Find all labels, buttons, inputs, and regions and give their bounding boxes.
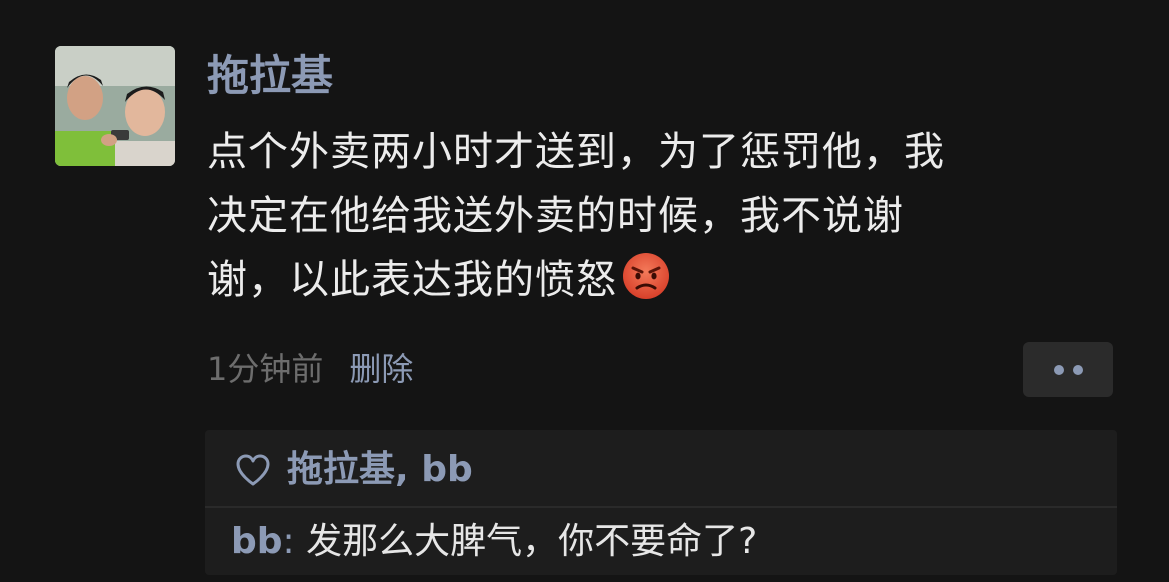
avatar-photo	[55, 46, 175, 166]
delete-button[interactable]: 删除	[349, 350, 413, 388]
post-text-line: 点个外卖两小时才送到，为了惩罚他，我	[207, 129, 945, 175]
likes-comments-panel: 拖拉基, bb bb: 发那么大脾气，你不要命了?	[205, 430, 1117, 575]
post-username[interactable]: 拖拉基	[207, 48, 333, 104]
post-text-line: 谢，以此表达我的愤怒	[207, 248, 1117, 312]
more-dots-icon	[1054, 365, 1064, 375]
moments-post: 拖拉基 点个外卖两小时才送到，为了惩罚他，我 决定在他给我送外卖的时候，我不说谢…	[0, 0, 1169, 582]
comment-author[interactable]: bb	[231, 521, 283, 562]
more-actions-button[interactable]	[1023, 342, 1113, 397]
post-time: 1分钟前	[207, 350, 324, 388]
angry-face-emoji-icon	[621, 251, 671, 301]
comment-separator: :	[282, 521, 295, 562]
more-dots-icon	[1073, 365, 1083, 375]
post-content: 点个外卖两小时才送到，为了惩罚他，我 决定在他给我送外卖的时候，我不说谢 谢，以…	[207, 120, 1117, 312]
heart-icon	[233, 450, 273, 490]
comment-item[interactable]: bb: 发那么大脾气，你不要命了?	[231, 516, 757, 568]
likers-names[interactable]: 拖拉基, bb	[287, 444, 473, 496]
post-meta: 1分钟前 删除	[207, 347, 413, 391]
post-text-line-content: 谢，以此表达我的愤怒	[207, 257, 617, 303]
likes-row: 拖拉基, bb	[233, 444, 473, 496]
comment-text: 发那么大脾气，你不要命了?	[294, 521, 758, 562]
post-text-line: 决定在他给我送外卖的时候，我不说谢	[207, 193, 904, 239]
avatar[interactable]	[55, 46, 175, 166]
divider	[205, 506, 1117, 508]
